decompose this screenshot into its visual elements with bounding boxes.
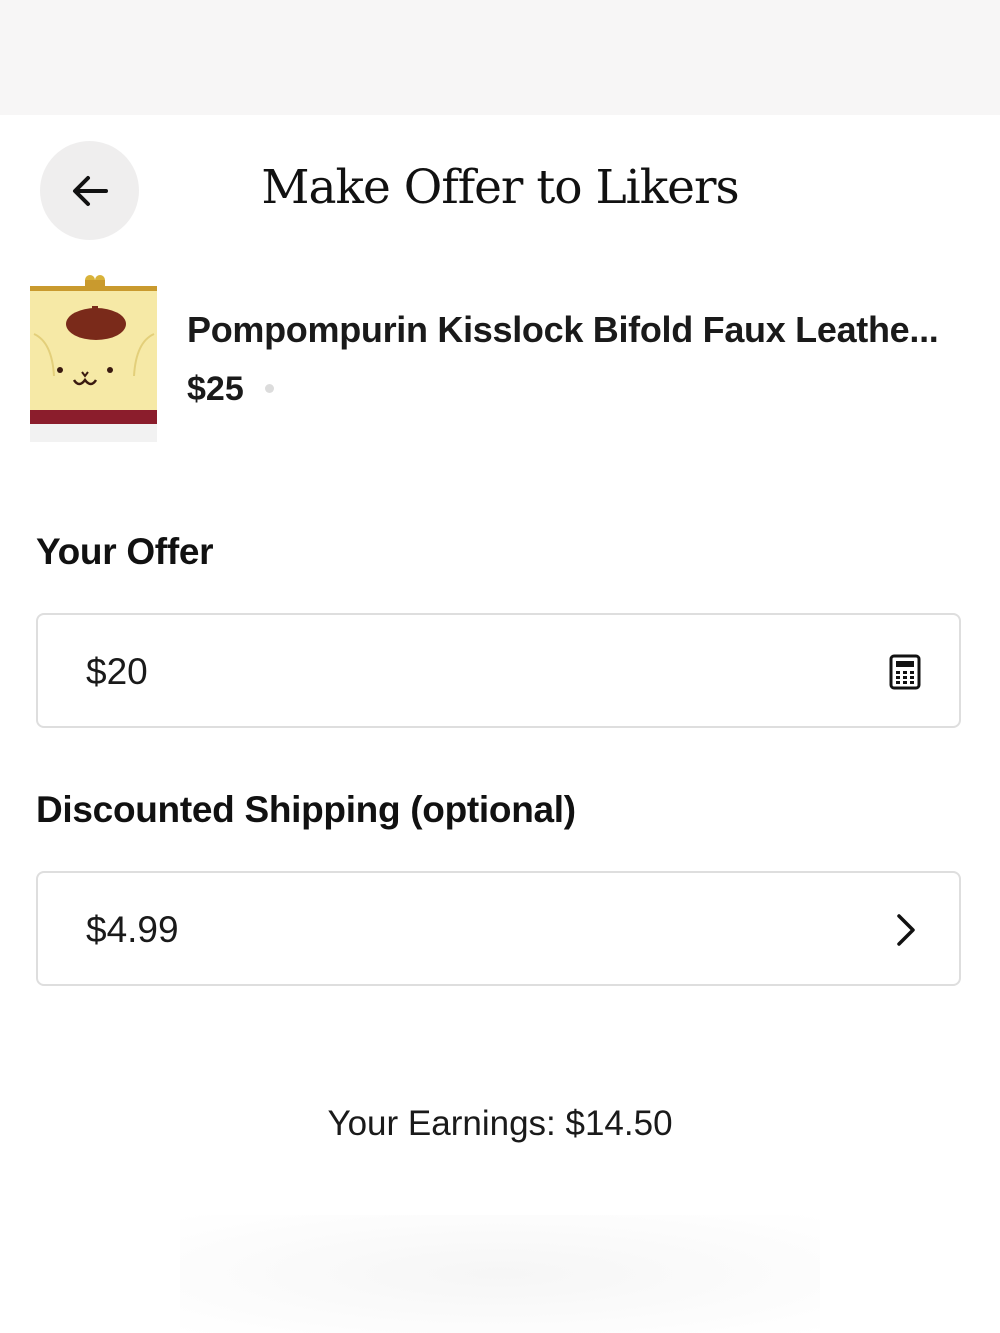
discounted-shipping-label: Discounted Shipping (optional) (36, 789, 576, 830)
product-thumbnail[interactable] (30, 272, 157, 442)
price-separator-dot (265, 384, 274, 393)
your-offer-label: Your Offer (36, 531, 214, 572)
pompompurin-wallet-image (30, 272, 157, 442)
bottom-fade (180, 1215, 820, 1333)
offer-price-input[interactable]: $20 (36, 613, 961, 728)
page-title: Make Offer to Likers (261, 160, 739, 215)
chevron-right-icon (897, 914, 915, 946)
top-status-area (0, 0, 1000, 115)
calculator-icon[interactable] (887, 654, 923, 690)
your-earnings-text: Your Earnings: $14.50 (327, 1104, 673, 1143)
shipping-price-value: $4.99 (86, 909, 179, 950)
product-title: Pompompurin Kisslock Bifold Faux Leathe.… (187, 309, 939, 350)
discounted-shipping-selector[interactable]: $4.99 (36, 871, 961, 986)
product-price: $25 (187, 370, 244, 408)
offer-price-value[interactable]: $20 (86, 649, 148, 695)
